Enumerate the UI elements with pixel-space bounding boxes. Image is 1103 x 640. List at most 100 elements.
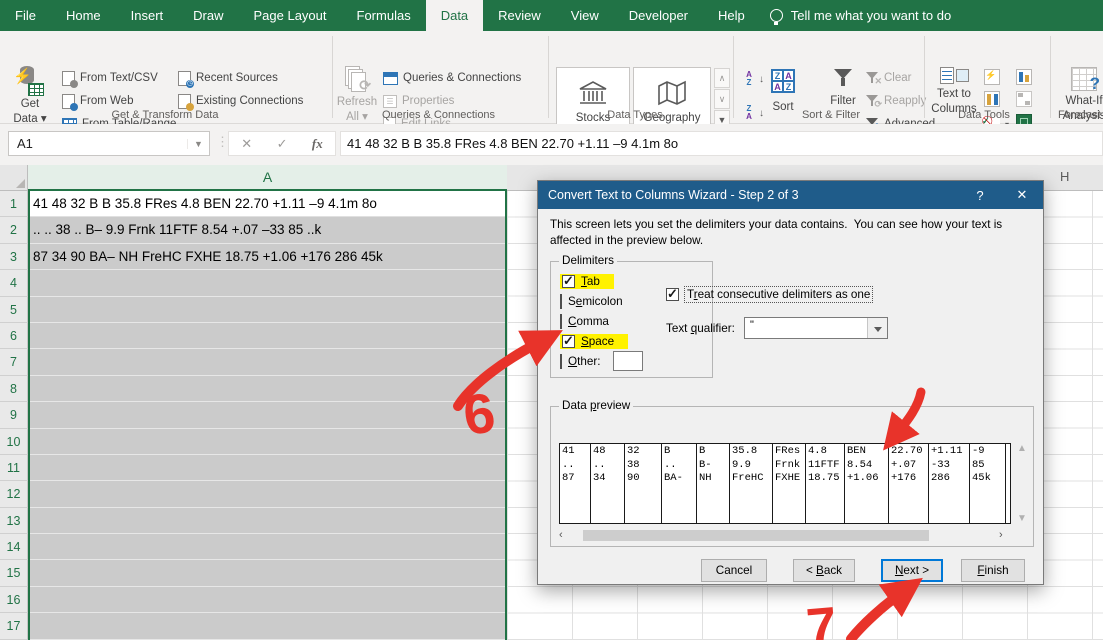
row-header-2[interactable]: 2 xyxy=(0,217,28,244)
cell-a13[interactable] xyxy=(30,508,505,535)
reapply-filter-button[interactable]: ⟳ Reapply xyxy=(866,91,926,111)
tab-data[interactable]: Data xyxy=(425,0,484,31)
row-header-4[interactable]: 4 xyxy=(0,270,28,297)
preview-column-3[interactable]: 32 38 90 xyxy=(625,444,662,523)
preview-column-8[interactable]: 4.8 11FTF 18.75 xyxy=(806,444,845,523)
name-box[interactable]: A1 ▼ xyxy=(8,131,210,156)
checkbox[interactable] xyxy=(560,294,562,310)
cell-a6[interactable] xyxy=(30,323,505,350)
dialog-help-button[interactable]: ? xyxy=(959,188,1001,203)
text-qualifier-dropdown[interactable]: " xyxy=(744,317,888,339)
delimiter-other[interactable]: Other: xyxy=(560,351,712,372)
row-header-6[interactable]: 6 xyxy=(0,322,28,350)
preview-column-1[interactable]: 41 .. 87 xyxy=(560,444,591,523)
remove-duplicates-icon[interactable] xyxy=(984,91,1000,107)
cell-a16[interactable] xyxy=(30,587,505,614)
relationships-icon[interactable] xyxy=(1016,91,1032,107)
row-header-10[interactable]: 10 xyxy=(0,428,28,455)
from-web-button[interactable]: From Web xyxy=(62,91,133,111)
preview-column-6[interactable]: 35.8 9.9 FreHC xyxy=(730,444,773,523)
cell-a3[interactable]: 87 34 90 BA– NH FreHC FXHE 18.75 +1.06 +… xyxy=(30,244,505,271)
cell-a10[interactable] xyxy=(30,429,505,455)
dialog-title-bar[interactable]: Convert Text to Columns Wizard - Step 2 … xyxy=(538,181,1043,209)
enter-entry-icon[interactable]: ✓ xyxy=(277,136,288,152)
scroll-down-icon[interactable]: ▼ xyxy=(1015,513,1029,524)
cell-a8[interactable] xyxy=(30,376,505,403)
cell-a15[interactable] xyxy=(30,560,505,587)
stocks-button[interactable]: Stocks xyxy=(556,67,630,131)
cell-a12[interactable] xyxy=(30,481,505,508)
other-delimiter-input[interactable] xyxy=(613,351,644,372)
consolidate-icon[interactable] xyxy=(1016,69,1032,85)
tell-me-box[interactable]: Tell me what you want to do xyxy=(760,0,961,31)
cell-a11[interactable] xyxy=(30,455,505,482)
cell-a4[interactable] xyxy=(30,270,505,297)
flash-fill-icon[interactable]: ⚡ xyxy=(984,69,1000,85)
existing-connections-button[interactable]: Existing Connections xyxy=(178,91,303,111)
dialog-close-button[interactable]: ✕ xyxy=(1001,187,1043,203)
tab-insert[interactable]: Insert xyxy=(116,0,179,31)
row-header-17[interactable]: 17 xyxy=(0,613,28,640)
preview-column-11[interactable]: +1.11 -33 286 xyxy=(929,444,970,523)
preview-column-12[interactable]: -9 85 45k xyxy=(970,444,1006,523)
clear-filter-button[interactable]: ✕ Clear xyxy=(866,68,911,88)
cell-a2[interactable]: .. .. 38 .. B– 9.9 Frnk 11FTF 8.54 +.07 … xyxy=(30,217,505,244)
preview-column-2[interactable]: 48 .. 34 xyxy=(591,444,625,523)
cell-a1[interactable]: 41 48 32 B B 35.8 FRes 4.8 BEN 22.70 +1.… xyxy=(30,191,505,218)
cell-a17[interactable] xyxy=(30,613,505,640)
formula-input[interactable]: 41 48 32 B B 35.8 FRes 4.8 BEN 22.70 +1.… xyxy=(340,131,1103,156)
tab-file[interactable]: File xyxy=(0,0,51,31)
row-header-9[interactable]: 9 xyxy=(0,402,28,429)
back-button[interactable]: < Back xyxy=(793,559,855,582)
preview-horizontal-scrollbar[interactable]: ‹ › xyxy=(559,529,1011,541)
tab-view[interactable]: View xyxy=(556,0,614,31)
sort-ascending-button[interactable]: A Z ↓ xyxy=(741,69,764,89)
checkbox[interactable] xyxy=(560,313,562,329)
finish-button[interactable]: Finish xyxy=(961,559,1025,582)
scroll-up-icon[interactable]: ▲ xyxy=(1015,443,1029,454)
row-header-13[interactable]: 13 xyxy=(0,507,28,535)
preview-vertical-scrollbar[interactable]: ▲ ▼ xyxy=(1015,443,1029,524)
column-header-a[interactable]: A xyxy=(28,165,507,191)
filter-button[interactable]: Filter xyxy=(823,69,863,108)
tab-review[interactable]: Review xyxy=(483,0,556,31)
preview-column-4[interactable]: B .. BA- xyxy=(662,444,697,523)
tab-draw[interactable]: Draw xyxy=(178,0,238,31)
tab-formulas[interactable]: Formulas xyxy=(342,0,426,31)
cell-a9[interactable] xyxy=(30,402,505,429)
get-data-button[interactable]: ⚡ Get Data ▾ xyxy=(6,66,54,126)
row-header-8[interactable]: 8 xyxy=(0,375,28,403)
next-button[interactable]: Next > xyxy=(881,559,943,582)
tab-page-layout[interactable]: Page Layout xyxy=(239,0,342,31)
column-header-h[interactable]: H xyxy=(1060,169,1069,184)
scroll-left-icon[interactable]: ‹ xyxy=(559,529,571,541)
recent-sources-button[interactable]: ◷ Recent Sources xyxy=(178,68,278,88)
data-preview-table[interactable]: 41 .. 87 48 .. 34 32 38 90 B .. BA- B B- NH 3… xyxy=(559,443,1011,524)
queries-connections-button[interactable]: Queries & Connections xyxy=(383,68,521,88)
dropdown-chevron-icon[interactable] xyxy=(867,318,887,338)
checkbox[interactable] xyxy=(560,353,562,369)
insert-function-icon[interactable]: fx xyxy=(312,136,323,152)
row-header-11[interactable]: 11 xyxy=(0,454,28,482)
row-header-5[interactable]: 5 xyxy=(0,296,28,323)
row-header-15[interactable]: 15 xyxy=(0,560,28,587)
row-header-12[interactable]: 12 xyxy=(0,481,28,508)
tab-home[interactable]: Home xyxy=(51,0,116,31)
column-a-cells[interactable]: 41 48 32 B B 35.8 FRes 4.8 BEN 22.70 +1.… xyxy=(28,191,507,640)
gallery-up-icon[interactable]: ∧ xyxy=(714,68,730,88)
select-all-corner[interactable] xyxy=(0,165,28,191)
geography-button[interactable]: Geography xyxy=(633,67,711,131)
row-header-3[interactable]: 3 xyxy=(0,243,28,271)
data-types-gallery-arrows[interactable]: ∧ ∨ ▼ xyxy=(714,68,730,130)
row-header-16[interactable]: 16 xyxy=(0,586,28,614)
name-box-dropdown-icon[interactable]: ▼ xyxy=(187,138,209,149)
properties-button[interactable]: ☰ Properties xyxy=(383,91,454,111)
preview-column-7[interactable]: FRes Frnk FXHE xyxy=(773,444,806,523)
scrollbar-thumb[interactable] xyxy=(583,529,929,541)
treat-consecutive-checkbox-box[interactable] xyxy=(666,286,679,302)
checkbox[interactable] xyxy=(562,333,575,349)
cell-a14[interactable] xyxy=(30,534,505,561)
cell-a7[interactable] xyxy=(30,349,505,376)
row-header-1[interactable]: 1 xyxy=(0,191,28,218)
treat-consecutive-checkbox[interactable]: Treat consecutive delimiters as one xyxy=(666,286,874,303)
